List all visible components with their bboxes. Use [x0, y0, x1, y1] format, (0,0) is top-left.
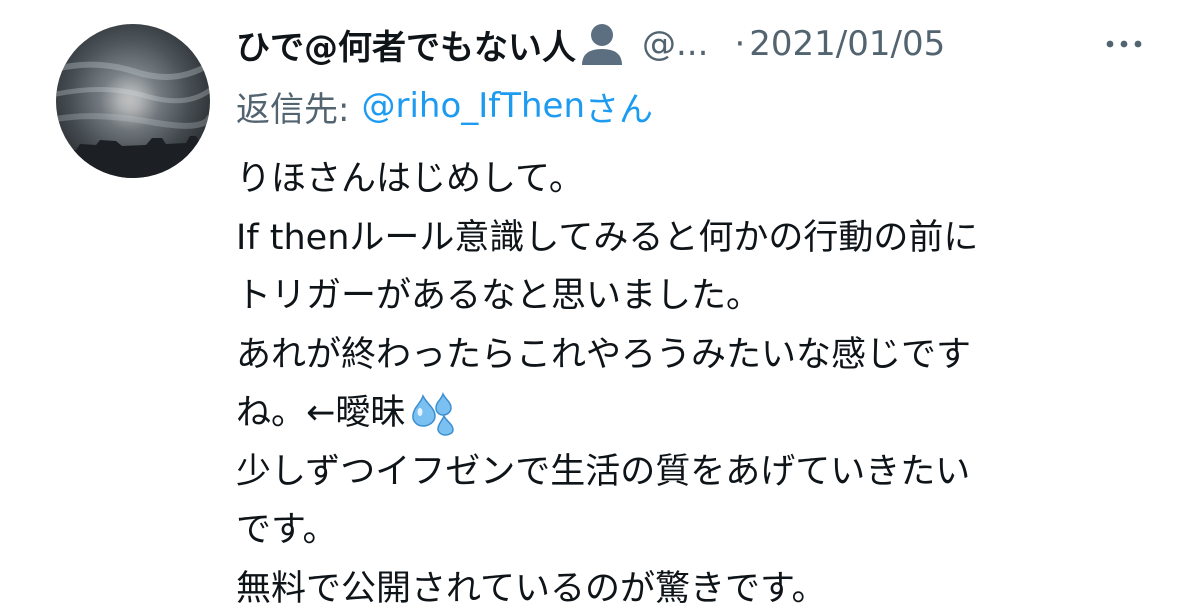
author-display-name[interactable]: ひで@何者でもない人	[236, 20, 576, 69]
author-handle[interactable]: @...	[642, 24, 708, 64]
tweet-text-line: トリガーがあるなと思いました。	[236, 276, 762, 316]
more-dots-icon[interactable]	[1100, 18, 1148, 70]
sky-sun-avatar-image	[56, 24, 210, 178]
tweet-body: りほさんはじめして。 If thenルール意識してみると何かの行動の前に トリガ…	[236, 150, 1156, 614]
tweet-text-line: あれが終わったらこれやろうみたいな感じです	[236, 334, 972, 375]
tweet-header: ひで@何者でもない人 @... · 2021/01/05	[236, 18, 1176, 70]
tweet-text-line-with-emoji: ね。←曖昧	[236, 384, 1156, 443]
sweat-droplets-icon	[409, 392, 459, 436]
header-separator: ·	[734, 24, 746, 64]
author-avatar[interactable]	[56, 24, 210, 178]
reply-prefix: 返信先:	[236, 89, 350, 130]
tweet-text-line: 少しずつイフゼンで生活の質をあげていきたい	[236, 451, 971, 492]
tweet-text-line: 無料で公開されているのが驚きです。	[236, 568, 827, 609]
tweet-text-fragment: ね。←曖昧	[236, 393, 406, 433]
person-silhouette-icon	[576, 21, 628, 67]
tweet: ひで@何者でもない人 @... · 2021/01/05 返信先: @riho_…	[0, 0, 1200, 614]
tweet-text-line: りほさんはじめして。	[236, 159, 584, 199]
reply-to-handle[interactable]: @riho_IfThen	[361, 86, 585, 126]
tweet-text-line: です。	[236, 510, 338, 550]
reply-suffix: さん	[585, 89, 654, 130]
tweet-date[interactable]: 2021/01/05	[749, 24, 945, 64]
reply-context: 返信先: @riho_IfThen さん	[236, 80, 653, 132]
tweet-text-line: If thenルール意識してみると何かの行動の前に	[236, 217, 979, 258]
